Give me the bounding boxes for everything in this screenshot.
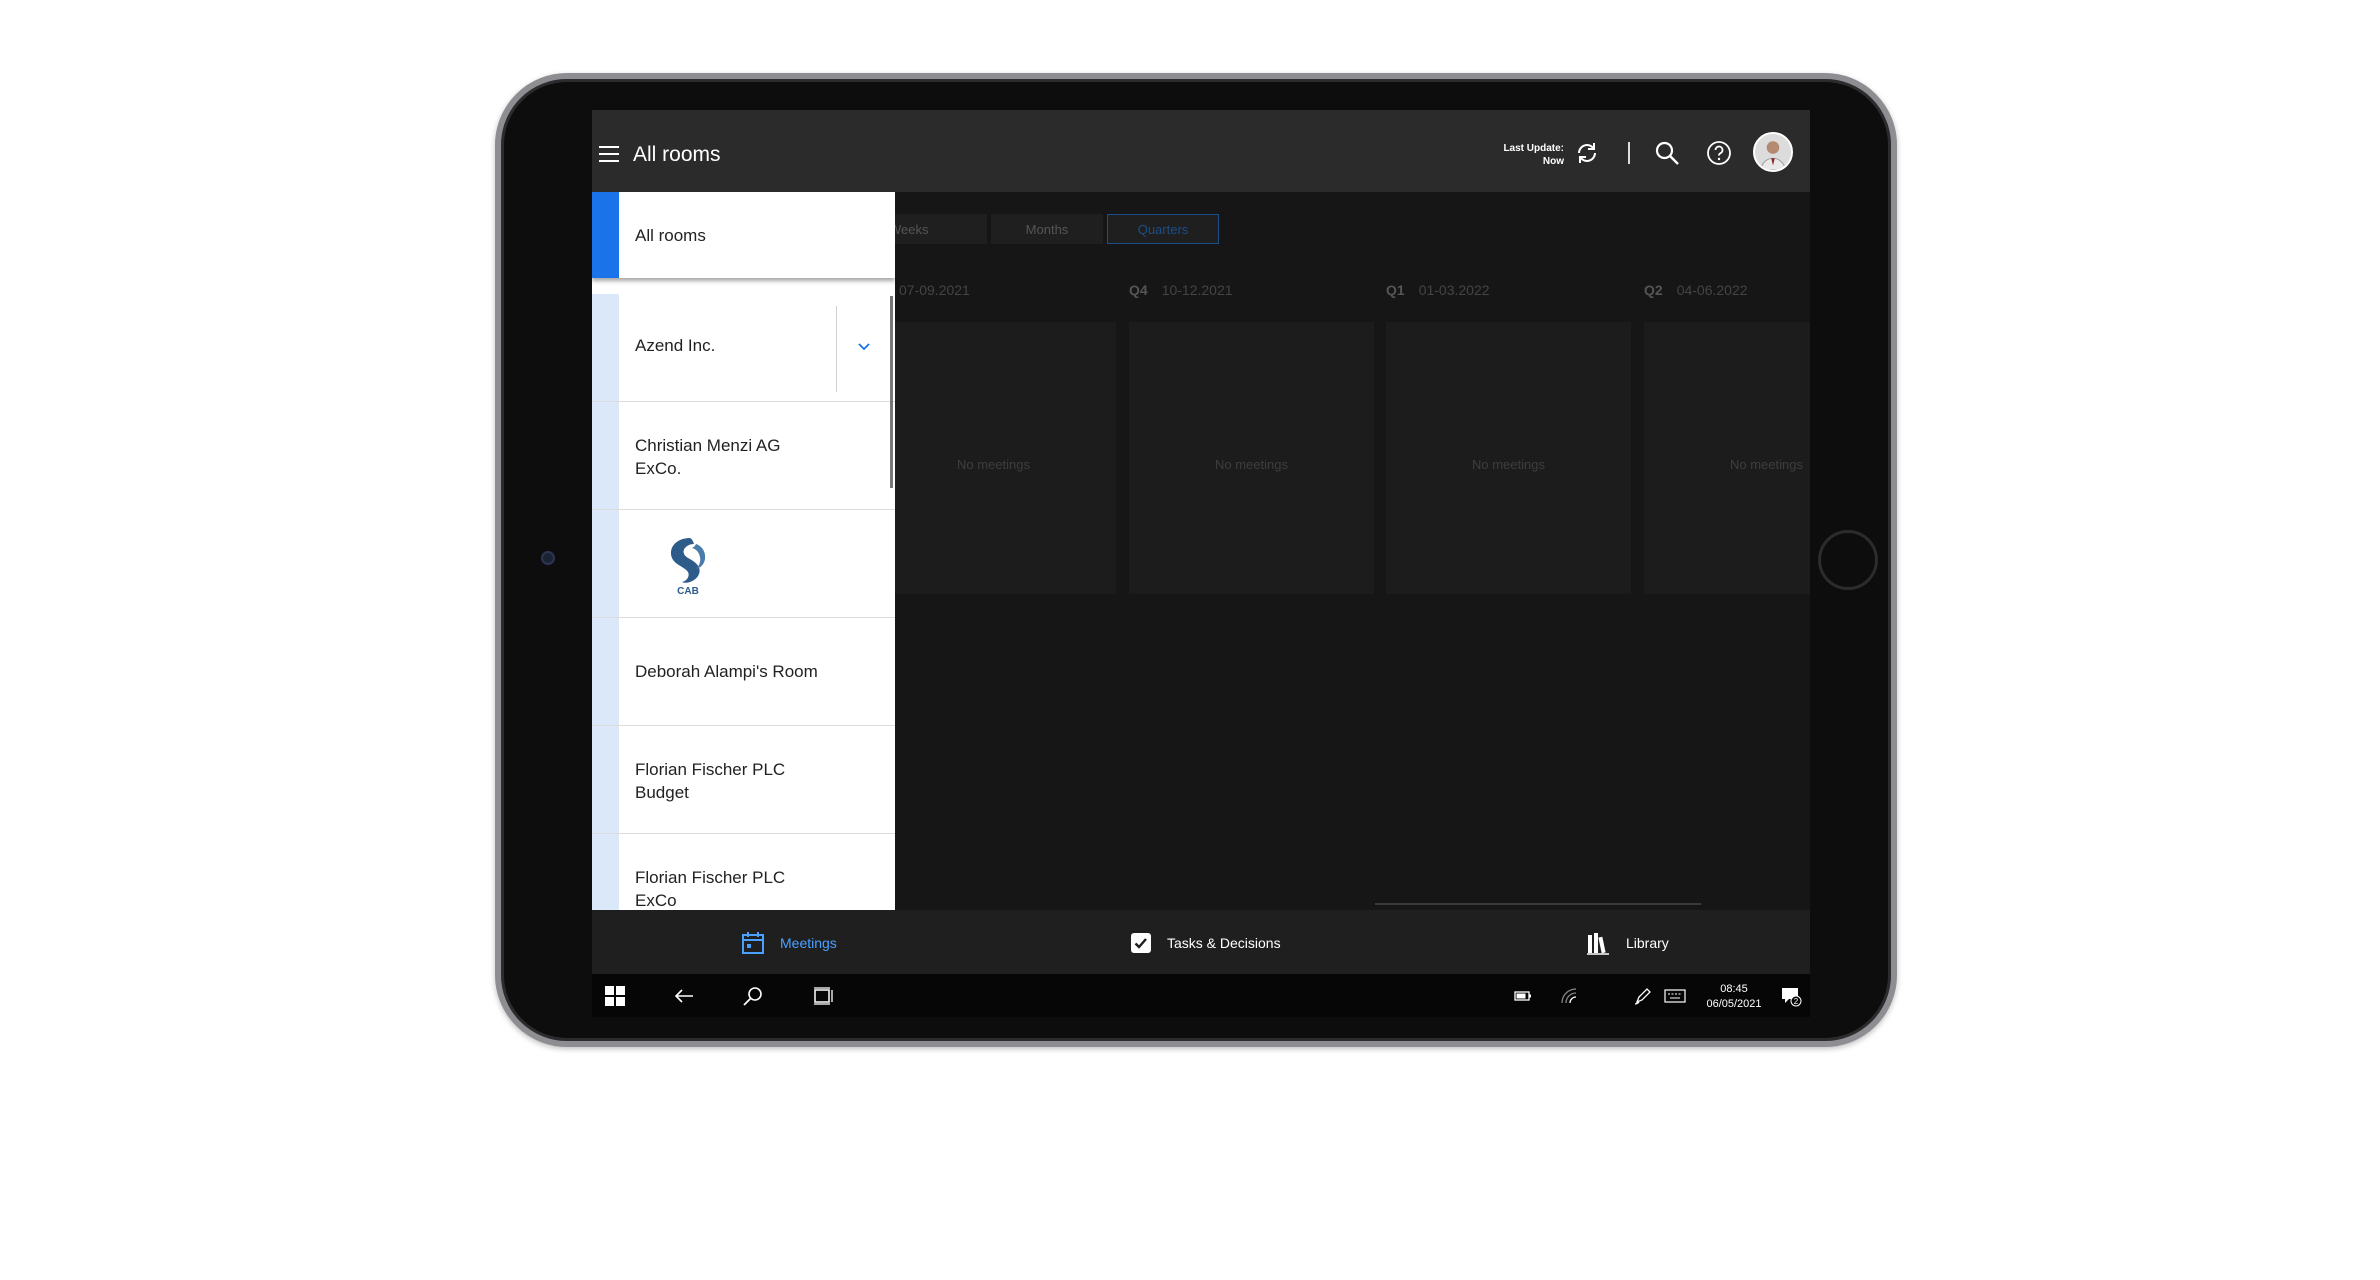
wifi-icon[interactable] xyxy=(1558,985,1580,1007)
room-label: Florian Fischer PLC Budget xyxy=(635,758,785,804)
bottom-nav: Meetings Tasks & Decisions Library xyxy=(592,910,1810,974)
app-header: All rooms Last Update: Now xyxy=(592,110,1810,192)
windows-start-icon[interactable] xyxy=(604,985,626,1007)
room-label-line1: Christian Menzi AG xyxy=(635,436,781,455)
quarter-column: Q2 04-06.2022 No meetings xyxy=(1644,282,1810,594)
page-title: All rooms xyxy=(633,143,721,166)
notification-center-icon[interactable]: 2 xyxy=(1780,985,1802,1007)
expand-divider xyxy=(836,306,837,392)
help-icon[interactable] xyxy=(1706,140,1732,166)
notification-count: 2 xyxy=(1794,997,1799,1006)
os-taskbar: 08:45 06/05/2021 2 xyxy=(592,974,1810,1017)
app-screen: All rooms Last Update: Now Weeks Months … xyxy=(592,110,1810,1017)
library-books-icon xyxy=(1587,933,1609,955)
no-meetings-text: No meetings xyxy=(957,457,1030,472)
room-label: Deborah Alampi's Room xyxy=(635,662,818,681)
room-stripe xyxy=(592,402,619,509)
checkbox-icon xyxy=(1131,933,1151,953)
pen-icon[interactable] xyxy=(1632,985,1654,1007)
search-icon[interactable] xyxy=(1654,140,1680,166)
last-update-value: Now xyxy=(1542,156,1564,167)
home-button xyxy=(1818,530,1878,590)
room-stripe xyxy=(592,294,619,401)
user-photo-icon xyxy=(1755,134,1791,170)
room-item[interactable]: Azend Inc. xyxy=(592,294,895,402)
calendar-icon xyxy=(742,932,764,954)
tab-quarters[interactable]: Quarters xyxy=(1107,214,1219,244)
quarter-column: Q4 10-12.2021 No meetings xyxy=(1129,282,1374,594)
room-label-line2: Budget xyxy=(635,783,689,802)
back-arrow-icon[interactable] xyxy=(673,985,695,1007)
horizontal-scrollbar[interactable] xyxy=(1375,903,1701,905)
room-label-line2: ExCo xyxy=(635,891,677,910)
room-label: Azend Inc. xyxy=(635,336,716,355)
room-label: All rooms xyxy=(635,226,706,245)
rooms-panel: All rooms Azend Inc. Christian Menzi AG … xyxy=(592,192,895,910)
view-tabs: Weeks Months Quarters xyxy=(875,214,1219,244)
quarter-column: 07-09.2021 No meetings xyxy=(871,282,1116,594)
room-stripe xyxy=(592,510,619,617)
task-view-icon[interactable] xyxy=(812,985,834,1007)
room-stripe xyxy=(592,618,619,725)
panel-scrollbar[interactable] xyxy=(890,296,893,488)
system-clock[interactable]: 08:45 06/05/2021 xyxy=(1699,982,1769,1012)
room-label-line2: ExCo. xyxy=(635,459,682,478)
clock-time: 08:45 xyxy=(1720,983,1748,995)
battery-icon[interactable] xyxy=(1512,985,1534,1007)
cab-logo-text: CAB xyxy=(677,586,699,597)
quarter-header: Q1 01-03.2022 xyxy=(1386,282,1490,298)
keyboard-icon[interactable] xyxy=(1664,985,1686,1007)
tab-months[interactable]: Months xyxy=(991,214,1103,244)
last-update-status: Last Update: Now xyxy=(1498,142,1564,168)
no-meetings-text: No meetings xyxy=(1730,457,1803,472)
refresh-icon[interactable] xyxy=(1574,140,1600,166)
no-meetings-text: No meetings xyxy=(1472,457,1545,472)
front-camera xyxy=(541,551,555,565)
selected-indicator xyxy=(592,192,619,278)
nav-meetings-label: Meetings xyxy=(780,935,837,951)
room-label: Christian Menzi AG ExCo. xyxy=(635,434,781,480)
room-label: Florian Fischer PLC ExCo xyxy=(635,866,785,910)
clock-date: 06/05/2021 xyxy=(1706,998,1762,1010)
nav-meetings[interactable]: Meetings xyxy=(742,930,837,956)
room-item-all-rooms[interactable]: All rooms xyxy=(592,192,895,278)
avatar[interactable] xyxy=(1753,132,1793,172)
nav-tasks-label: Tasks & Decisions xyxy=(1167,935,1281,951)
quarter-header: 07-09.2021 xyxy=(899,282,970,298)
quarter-column: Q1 01-03.2022 No meetings xyxy=(1386,282,1631,594)
quarter-header: Q4 10-12.2021 xyxy=(1129,282,1233,298)
no-meetings-text: No meetings xyxy=(1215,457,1288,472)
cab-logo: CAB xyxy=(670,538,706,597)
nav-library-label: Library xyxy=(1626,935,1669,951)
nav-library[interactable]: Library xyxy=(1586,930,1669,956)
nav-tasks-decisions[interactable]: Tasks & Decisions xyxy=(1131,930,1281,956)
room-stripe xyxy=(592,726,619,833)
quarter-header: Q2 04-06.2022 xyxy=(1644,282,1748,298)
room-label-line1: Florian Fischer PLC xyxy=(635,760,786,779)
room-item[interactable]: Deborah Alampi's Room xyxy=(592,618,895,726)
search-icon[interactable] xyxy=(742,985,764,1007)
last-update-label: Last Update: xyxy=(1503,143,1564,154)
menu-icon[interactable] xyxy=(599,146,619,162)
room-item[interactable]: Christian Menzi AG ExCo. xyxy=(592,402,895,510)
room-item[interactable]: Florian Fischer PLC Budget xyxy=(592,726,895,834)
room-label-line1: Florian Fischer PLC xyxy=(635,868,786,887)
chevron-down-icon[interactable] xyxy=(856,338,872,354)
room-item[interactable]: CAB xyxy=(592,510,895,618)
room-item[interactable]: Florian Fischer PLC ExCo xyxy=(592,834,895,910)
header-divider xyxy=(1628,142,1630,164)
room-stripe xyxy=(592,834,619,910)
